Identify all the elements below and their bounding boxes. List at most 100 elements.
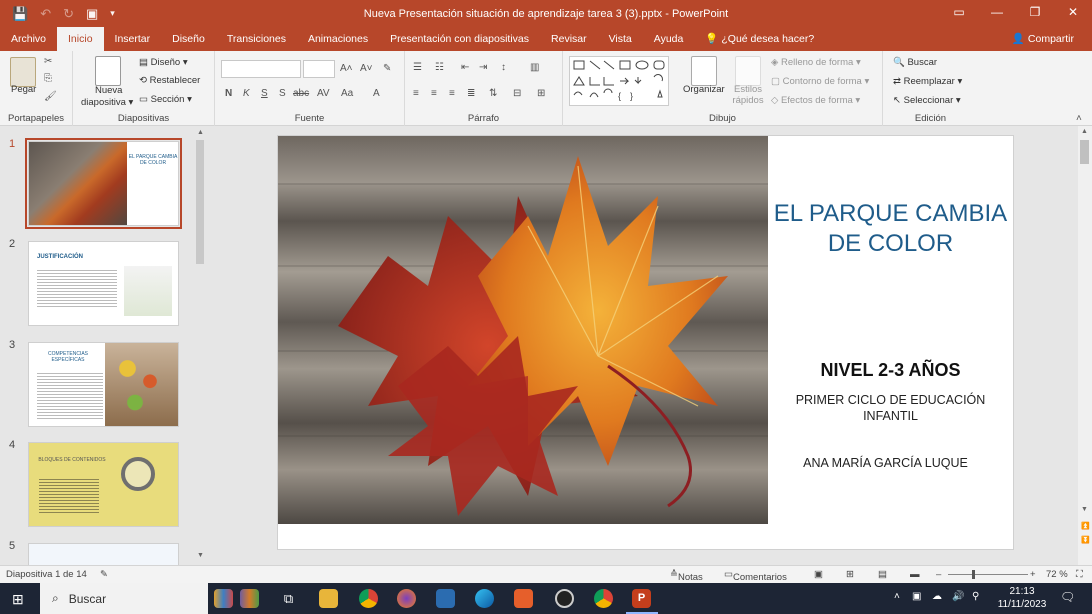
decrease-font-icon[interactable]: A˅ <box>360 63 373 74</box>
current-slide[interactable]: EL PARQUE CAMBIA DE COLOR NIVEL 2-3 AÑOS… <box>277 135 1014 550</box>
windows-start-icon[interactable]: ⊞ <box>12 591 24 608</box>
powerpoint-icon[interactable]: P <box>632 589 651 608</box>
tray-app-icon[interactable]: ▣ <box>912 591 921 602</box>
chrome-icon[interactable] <box>359 589 378 608</box>
change-case-icon[interactable]: Aa <box>341 88 353 99</box>
char-spacing-icon[interactable]: AV <box>317 88 330 99</box>
fit-slide-icon[interactable]: ⛶ <box>1076 569 1083 580</box>
next-slide-icon[interactable]: ⏬ <box>1081 536 1090 544</box>
arrange-button[interactable]: Organizar <box>683 84 725 95</box>
thumbnail-slide-2[interactable]: JUSTIFICACIÓN <box>28 241 179 326</box>
justify-icon[interactable]: ≣ <box>467 88 475 99</box>
layout-button[interactable]: ▤ Diseño ▾ <box>139 57 188 68</box>
slideshow-icon[interactable]: ▬ <box>910 569 920 580</box>
copy-icon[interactable]: ⎘ <box>44 73 52 84</box>
tab-insertar[interactable]: Insertar <box>104 27 162 51</box>
task-view-icon[interactable]: ⧉ <box>279 589 298 608</box>
paste-icon[interactable] <box>10 57 36 87</box>
slide-sorter-icon[interactable]: ⊞ <box>846 569 854 580</box>
library-icon[interactable] <box>240 589 259 608</box>
thumbnails-scrollbar[interactable]: ▲ ▼ <box>194 126 206 565</box>
replace-button[interactable]: ⇄ Reemplazar ▾ <box>893 76 962 87</box>
shape-fill-button[interactable]: ◈ Relleno de forma ▾ <box>771 57 861 68</box>
comments-button[interactable]: ▭ Comentarios <box>724 569 787 583</box>
scroll-thumb[interactable] <box>1080 140 1089 164</box>
slide-author[interactable]: ANA MARÍA GARCÍA LUQUE <box>773 456 998 470</box>
undo-icon[interactable]: ↶ <box>40 6 51 22</box>
taskbar-search[interactable]: ⌕ Buscar <box>40 583 208 614</box>
network-icon[interactable]: ⚲ <box>972 591 979 602</box>
obs-icon[interactable] <box>555 589 574 608</box>
find-button[interactable]: 🔍 Buscar <box>893 57 937 68</box>
onedrive-icon[interactable]: ☁ <box>932 591 942 602</box>
strikethrough-button[interactable]: abc <box>293 88 309 99</box>
tab-transiciones[interactable]: Transiciones <box>216 27 297 51</box>
scroll-up-icon[interactable]: ▲ <box>197 129 204 136</box>
quick-styles-icon[interactable] <box>735 56 761 86</box>
bullets-icon[interactable]: ☰ <box>413 62 422 73</box>
tab-vista[interactable]: Vista <box>598 27 643 51</box>
ribbon-display-options-icon[interactable]: ▭ <box>940 0 978 27</box>
spelling-icon[interactable]: ✎ <box>100 569 108 580</box>
font-name-input[interactable] <box>221 60 301 78</box>
tab-animaciones[interactable]: Animaciones <box>297 27 379 51</box>
editor-scrollbar[interactable]: ▲ ▼ ⏫ ⏬ <box>1078 126 1092 565</box>
thumbnail-slide-5[interactable] <box>28 543 179 565</box>
notes-button[interactable]: ≙ Notas <box>670 569 703 583</box>
reset-button[interactable]: ⟲ Restablecer <box>139 75 200 86</box>
restore-button[interactable]: ❐ <box>1016 0 1054 27</box>
reading-view-icon[interactable]: ▤ <box>878 569 887 580</box>
tab-archivo[interactable]: Archivo <box>0 27 57 51</box>
slide-level[interactable]: NIVEL 2-3 AÑOS <box>773 360 1008 381</box>
chrome-profile-icon[interactable] <box>594 589 613 608</box>
smartart-icon[interactable]: ⊞ <box>537 88 545 99</box>
zoom-slider-thumb[interactable] <box>972 570 975 579</box>
new-slide-label-2[interactable]: diapositiva ▾ <box>81 97 133 108</box>
app-icon[interactable] <box>436 589 455 608</box>
increase-indent-icon[interactable]: ⇥ <box>479 62 487 73</box>
new-slide-label-1[interactable]: Nueva <box>95 85 122 96</box>
tell-me-search[interactable]: 💡 ¿Qué desea hacer? <box>694 27 825 51</box>
font-color-button[interactable]: A <box>373 88 380 99</box>
bold-button[interactable]: N <box>225 88 232 99</box>
align-right-icon[interactable]: ≡ <box>449 88 455 99</box>
text-direction-icon[interactable]: ⇅ <box>489 88 497 99</box>
numbering-icon[interactable]: ☷ <box>435 62 444 73</box>
minimize-button[interactable]: — <box>978 0 1016 27</box>
decrease-indent-icon[interactable]: ⇤ <box>461 62 469 73</box>
shapes-gallery[interactable]: {} <box>569 56 669 106</box>
line-spacing-icon[interactable]: ↕ <box>501 62 506 73</box>
collapse-ribbon-icon[interactable]: ˄ <box>1076 113 1082 124</box>
tray-overflow-icon[interactable]: ˄ <box>894 591 900 602</box>
clear-format-icon[interactable]: ✎ <box>383 63 391 74</box>
tab-diseno[interactable]: Diseño <box>161 27 216 51</box>
cut-icon[interactable]: ✂ <box>44 56 52 67</box>
zoom-slider[interactable] <box>948 574 1028 575</box>
shape-outline-button[interactable]: ▢ Contorno de forma ▾ <box>771 76 869 87</box>
align-center-icon[interactable]: ≡ <box>431 88 437 99</box>
tab-ayuda[interactable]: Ayuda <box>643 27 695 51</box>
slide-title[interactable]: EL PARQUE CAMBIA DE COLOR <box>773 199 1008 259</box>
redo-icon[interactable]: ↻ <box>63 6 74 22</box>
select-button[interactable]: ↖ Seleccionar ▾ <box>893 95 961 106</box>
save-icon[interactable]: 💾 <box>12 6 28 22</box>
tab-inicio[interactable]: Inicio <box>57 27 104 51</box>
thumbnail-slide-4[interactable]: BLOQUES DE CONTENIDOS <box>28 442 179 527</box>
thumbnail-slide-1[interactable]: EL PARQUE CAMBIA DE COLOR <box>25 138 182 229</box>
thumbnail-slide-3[interactable]: COMPETENCIAS ESPECÍFICAS <box>28 342 179 427</box>
tab-presentacion[interactable]: Presentación con diapositivas <box>379 27 540 51</box>
scroll-down-icon[interactable]: ▼ <box>1081 506 1088 513</box>
tab-revisar[interactable]: Revisar <box>540 27 598 51</box>
section-button[interactable]: ▭ Sección ▾ <box>139 94 192 105</box>
shadow-button[interactable]: S <box>279 88 286 99</box>
new-slide-icon[interactable] <box>95 56 121 86</box>
quick-styles-button[interactable]: Estilos rápidos <box>728 84 768 106</box>
scroll-thumb[interactable] <box>196 140 204 264</box>
font-size-input[interactable] <box>303 60 335 78</box>
edge-icon[interactable] <box>475 589 494 608</box>
close-button[interactable]: ✕ <box>1054 0 1092 27</box>
underline-button[interactable]: S <box>261 88 268 99</box>
shape-effects-button[interactable]: ◇ Efectos de forma ▾ <box>771 95 860 106</box>
increase-font-icon[interactable]: A˄ <box>340 63 353 74</box>
align-left-icon[interactable]: ≡ <box>413 88 419 99</box>
